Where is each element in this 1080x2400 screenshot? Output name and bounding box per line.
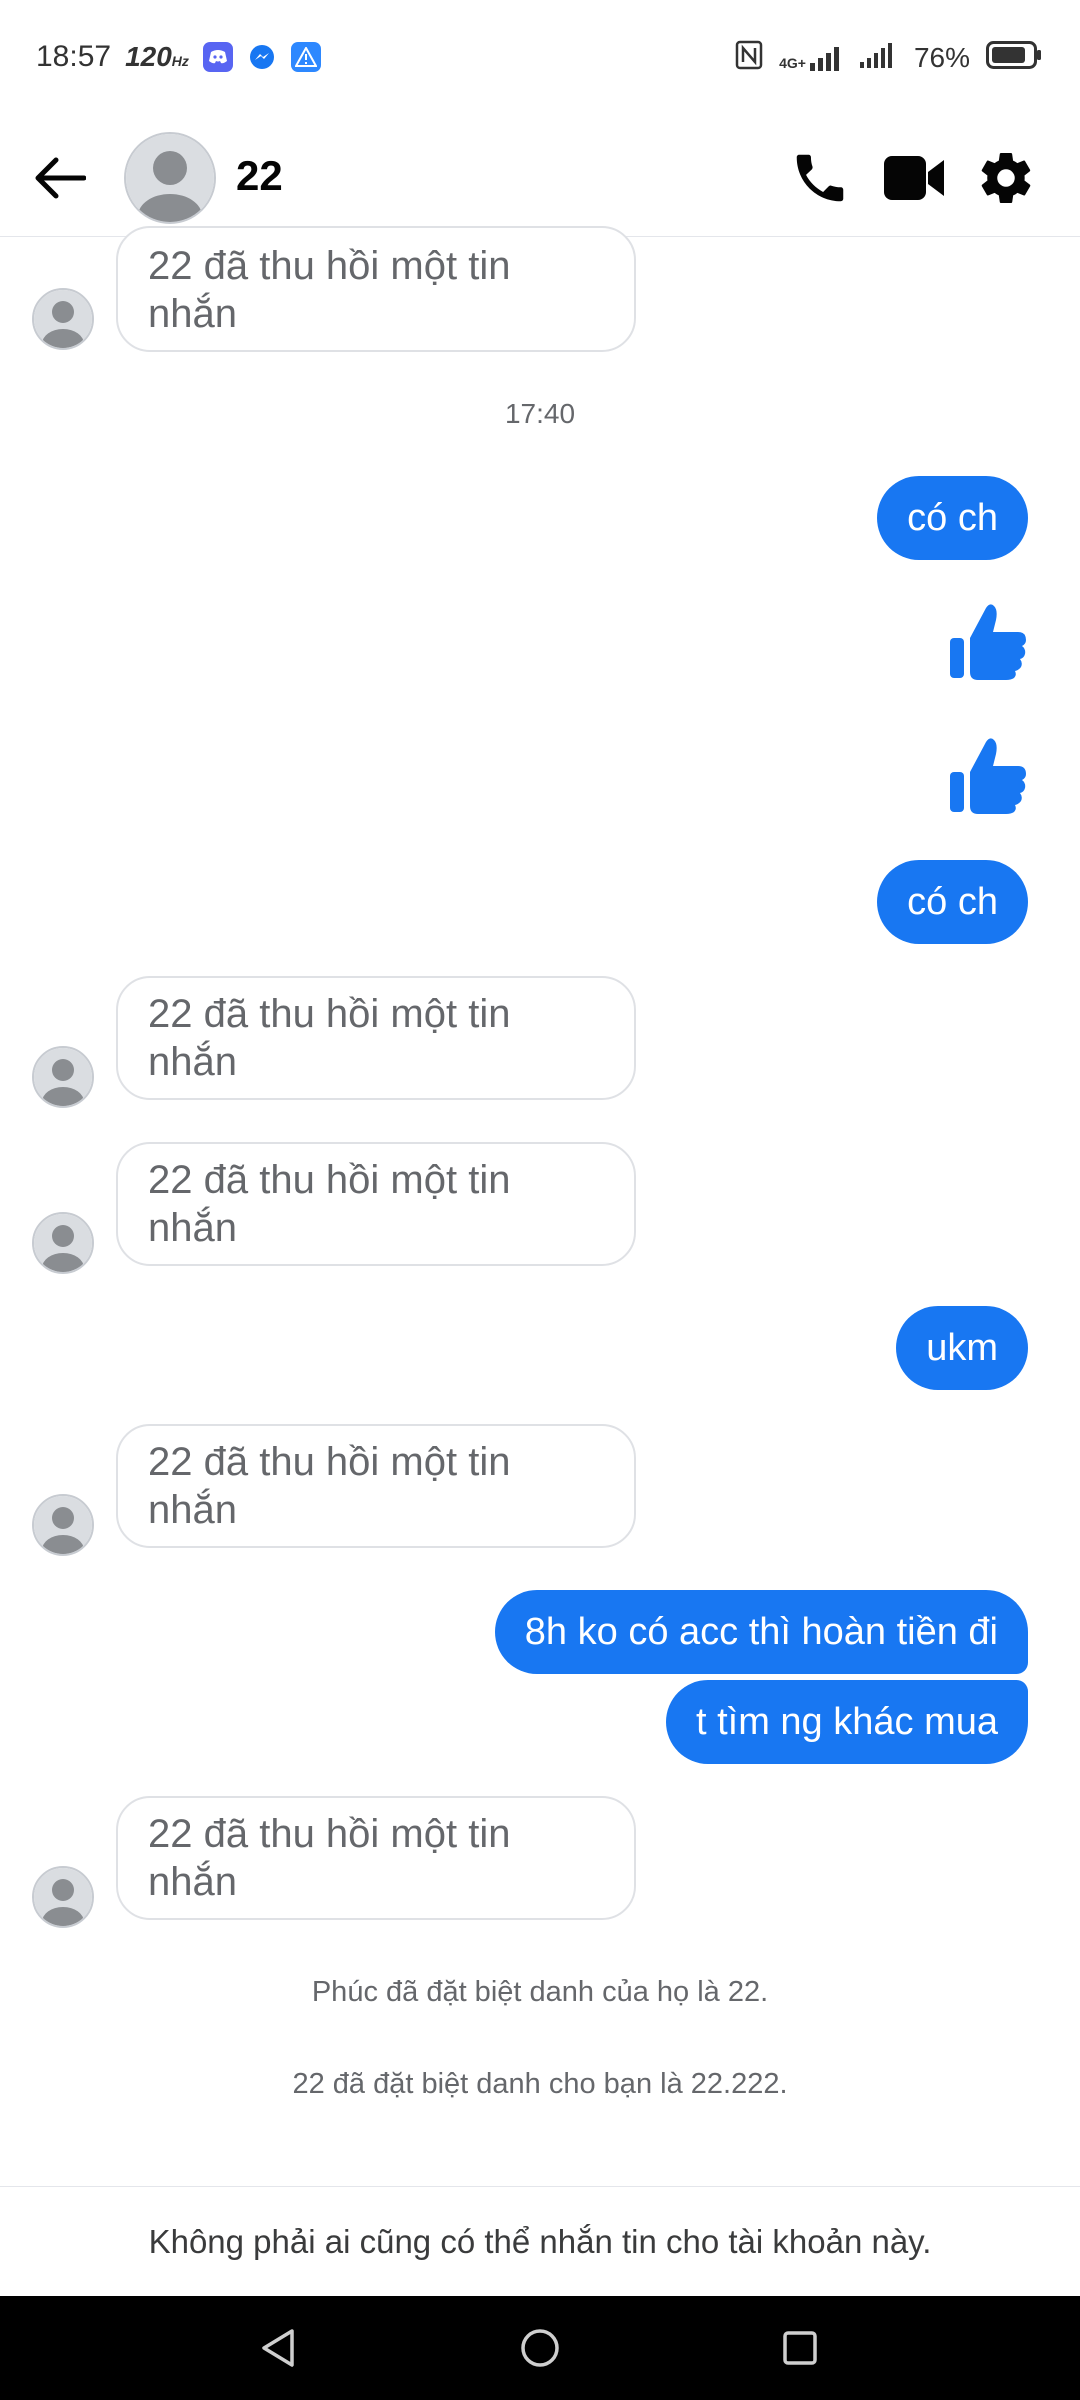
avatar[interactable]: [32, 1866, 94, 1928]
recalled-message[interactable]: 22 đã thu hồi một tin nhắn: [116, 1424, 636, 1548]
recalled-message[interactable]: 22 đã thu hồi một tin nhắn: [116, 1142, 636, 1266]
messaging-restriction-notice: Không phải ai cũng có thể nhắn tin cho t…: [0, 2186, 1080, 2297]
contact-name[interactable]: 22: [236, 152, 283, 200]
avatar[interactable]: [32, 1046, 94, 1108]
refresh-rate: 120Hz: [125, 41, 189, 72]
circle-home-icon: [521, 2329, 559, 2367]
message-timestamp: 17:40: [504, 398, 576, 429]
system-message: Phúc đã đặt biệt danh của họ là 22.: [311, 1976, 769, 2008]
avatar[interactable]: [32, 1212, 94, 1274]
status-bar: 18:57 120Hz 4G+ 76%: [0, 0, 1080, 120]
battery-level: 76%: [913, 41, 970, 73]
sent-message[interactable]: có ch: [877, 860, 1028, 944]
chat-header: 22: [0, 120, 1080, 237]
signal-icon: 4G+: [779, 45, 844, 71]
square-recents-icon: [783, 2331, 817, 2365]
system-nav-bar: [0, 2296, 1080, 2400]
alert-icon: [290, 42, 321, 72]
signal-icon: [859, 42, 898, 73]
nav-back-button[interactable]: [256, 2326, 300, 2370]
recalled-message[interactable]: 22 đã thu hồi một tin nhắn: [116, 226, 636, 352]
back-button[interactable]: [30, 150, 90, 206]
status-time: 18:57: [36, 40, 112, 73]
sent-message[interactable]: t tìm ng khác mua: [665, 1680, 1028, 1764]
recalled-message[interactable]: 22 đã thu hồi một tin nhắn: [116, 976, 636, 1100]
messenger-icon: [246, 42, 277, 72]
avatar[interactable]: [32, 288, 94, 350]
discord-icon: [202, 42, 233, 72]
video-camera-icon: [884, 156, 944, 200]
voice-call-button[interactable]: [788, 146, 852, 210]
avatar[interactable]: [124, 132, 216, 224]
back-arrow-icon: [35, 157, 86, 199]
nfc-icon: [735, 40, 763, 75]
video-call-button[interactable]: [882, 146, 946, 210]
settings-button[interactable]: [974, 146, 1038, 210]
nav-recents-button[interactable]: [778, 2326, 822, 2370]
sent-message[interactable]: 8h ko có acc thì hoàn tiền đi: [494, 1590, 1028, 1674]
avatar[interactable]: [32, 1494, 94, 1556]
phone-icon: [796, 154, 844, 202]
sent-message[interactable]: ukm: [896, 1306, 1028, 1390]
triangle-back-icon: [262, 2329, 294, 2367]
sent-like[interactable]: [948, 736, 1028, 816]
sent-like[interactable]: [948, 602, 1028, 682]
thumbs-up-icon: [950, 604, 1026, 680]
system-message: 22 đã đặt biệt danh cho bạn là 22.222.: [292, 2068, 788, 2100]
recalled-message[interactable]: 22 đã thu hồi một tin nhắn: [116, 1796, 636, 1920]
nav-home-button[interactable]: [518, 2326, 562, 2370]
thumbs-up-icon: [950, 738, 1026, 814]
battery-icon: [986, 41, 1042, 74]
gear-icon: [981, 153, 1031, 204]
sent-message[interactable]: có ch: [877, 476, 1028, 560]
